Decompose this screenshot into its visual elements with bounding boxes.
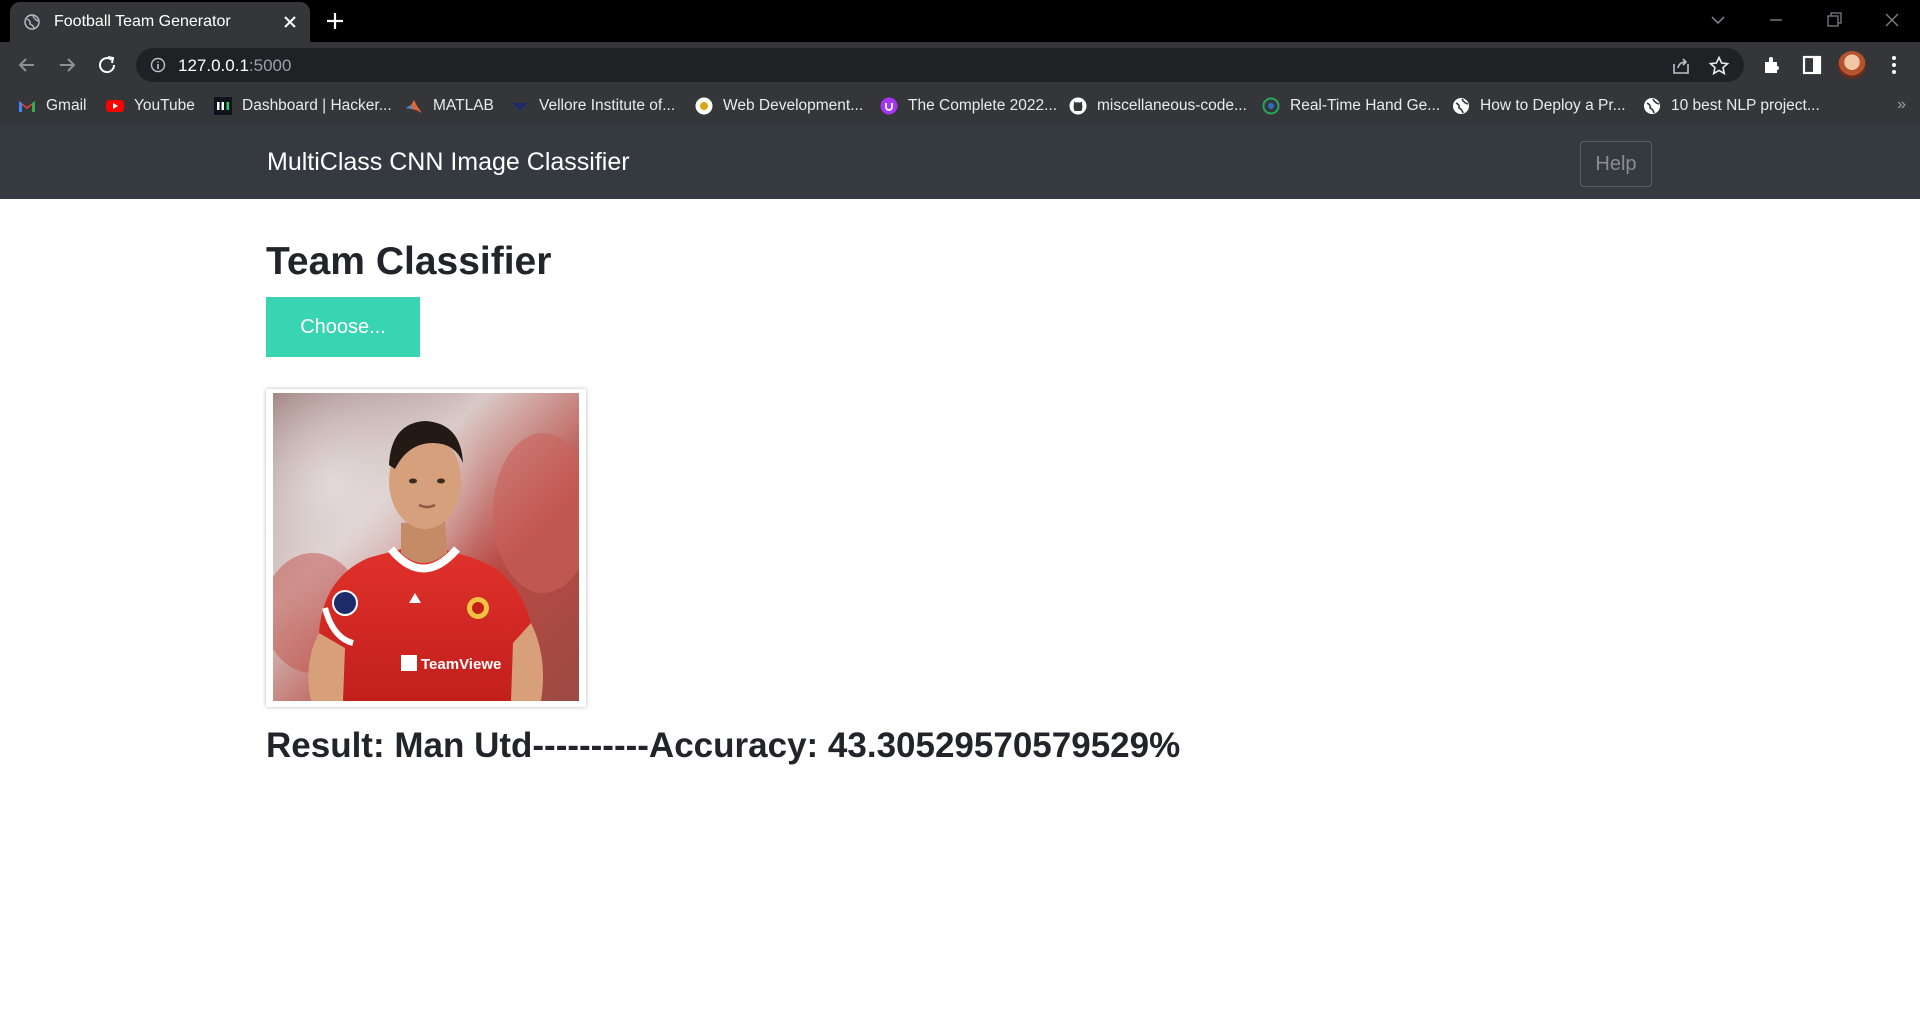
globe-icon: [1453, 98, 1469, 114]
extensions-icon[interactable]: [1760, 53, 1784, 77]
menu-kebab-icon[interactable]: [1882, 53, 1906, 77]
navbar: MultiClass CNN Image Classifier Help: [0, 124, 1920, 199]
url-port: :5000: [248, 56, 292, 75]
url-text: 127.0.0.1:5000: [178, 56, 291, 76]
bookmark-youtube[interactable]: YouTube: [106, 96, 195, 116]
tab-search-icon[interactable]: [1704, 8, 1732, 32]
youtube-icon: [106, 100, 124, 112]
udemy-course-icon: [695, 97, 713, 115]
close-icon[interactable]: [280, 12, 300, 32]
bookmark-10-best-nlp[interactable]: 10 best NLP project...: [1643, 96, 1820, 116]
forward-icon[interactable]: [54, 52, 80, 78]
bookmark-hackerrank[interactable]: Dashboard | Hacker...: [214, 96, 392, 116]
globe-icon: [1644, 98, 1660, 114]
bookmark-the-complete-2022[interactable]: The Complete 2022...: [880, 96, 1057, 116]
address-bar[interactable]: 127.0.0.1:5000: [136, 48, 1744, 82]
bookmark-star-icon[interactable]: [1708, 55, 1730, 77]
globe-icon: [24, 14, 40, 30]
bookmark-real-time-hand[interactable]: Real-Time Hand Ge...: [1262, 96, 1440, 116]
back-icon[interactable]: [14, 52, 40, 78]
bookmarks-overflow-icon[interactable]: »: [1897, 96, 1906, 114]
site-icon: [1262, 97, 1280, 115]
bookmark-miscellaneous-code[interactable]: miscellaneous-code...: [1069, 96, 1247, 116]
player-photo: TeamViewe: [273, 393, 579, 701]
share-icon[interactable]: [1670, 55, 1692, 77]
preview-photo: TeamViewe: [273, 393, 579, 701]
page-title: Team Classifier: [266, 240, 552, 283]
reload-icon[interactable]: [94, 52, 120, 78]
vit-icon: [513, 103, 527, 111]
bookmark-how-to-deploy[interactable]: How to Deploy a Pr...: [1452, 96, 1626, 116]
restore-icon[interactable]: [1820, 8, 1848, 32]
info-icon[interactable]: [150, 57, 166, 73]
new-tab-icon[interactable]: [324, 10, 346, 32]
window-close-icon[interactable]: [1878, 8, 1906, 32]
choose-file-button[interactable]: Choose...: [266, 297, 420, 357]
hackerrank-icon: [214, 97, 232, 115]
navbar-brand[interactable]: MultiClass CNN Image Classifier: [267, 148, 630, 177]
bookmark-gmail[interactable]: Gmail: [18, 96, 86, 116]
svg-text:TeamViewe: TeamViewe: [421, 656, 501, 673]
matlab-icon: [406, 100, 422, 113]
bookmark-matlab[interactable]: MATLAB: [405, 96, 494, 116]
browser-toolbar: 127.0.0.1:5000: [0, 42, 1920, 88]
result-text: Result: Man Utd----------Accuracy: 43.30…: [266, 726, 1181, 765]
gmail-icon: [19, 101, 35, 112]
github-icon: [1069, 97, 1087, 115]
minimize-icon[interactable]: [1762, 8, 1790, 32]
image-preview: TeamViewe: [266, 389, 586, 707]
help-button[interactable]: Help: [1580, 141, 1652, 187]
side-panel-icon[interactable]: [1800, 53, 1824, 77]
bookmarks-bar: Gmail YouTube Dashboard | Hacker... MATL…: [0, 88, 1920, 124]
udemy-icon: [880, 97, 898, 115]
browser-tabstrip: Football Team Generator: [0, 0, 1920, 42]
bookmark-web-development[interactable]: Web Development...: [695, 96, 863, 116]
bookmark-vit[interactable]: Vellore Institute of...: [511, 96, 675, 116]
url-host: 127.0.0.1: [178, 56, 249, 75]
profile-avatar[interactable]: [1838, 51, 1866, 79]
browser-tab[interactable]: Football Team Generator: [10, 2, 310, 42]
tab-title: Football Team Generator: [54, 13, 231, 30]
